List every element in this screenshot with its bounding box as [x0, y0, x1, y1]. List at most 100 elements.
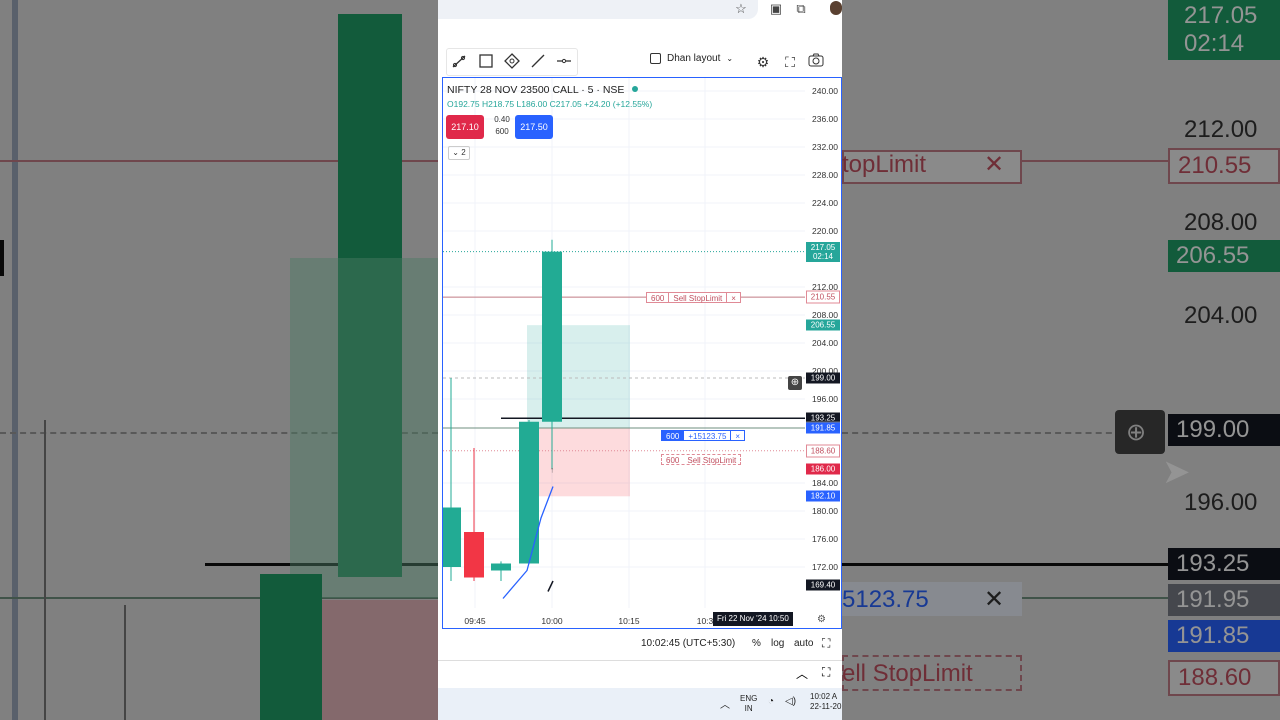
layout-icon — [650, 53, 661, 64]
y-tick: 184.00 — [812, 478, 838, 488]
chevron-up-icon[interactable]: ︿ — [720, 696, 730, 711]
chart-status-bar: 10:02:45 (UTC+5:30) % log auto ⛶ — [438, 632, 842, 656]
price-tag: 169.40 — [806, 579, 840, 591]
order-label: Sell StopLimit — [668, 293, 726, 303]
candle-body — [443, 507, 461, 567]
symbol-title: NIFTY 28 NOV 23500 CALL · 5 · NSE — [447, 84, 625, 96]
price-tag: 199.00 — [806, 372, 840, 384]
ohlc-low: L186.00 — [516, 99, 548, 109]
price-tag: 186.00 — [806, 463, 840, 475]
chevron-down-icon: ⌄ — [726, 54, 734, 63]
horizontal-line-icon[interactable] — [554, 52, 574, 72]
arrow-marker: ↑ — [550, 466, 554, 475]
position-qty: 600 — [662, 431, 684, 441]
y-tick: 208.00 — [812, 310, 838, 320]
position-pnl: +15123.75 — [683, 431, 730, 441]
camera-icon[interactable] — [806, 52, 826, 72]
indicator-count: 2 — [461, 148, 466, 157]
y-tick: 240.00 — [812, 86, 838, 96]
language-indicator[interactable]: ENG IN — [740, 694, 757, 714]
fullscreen-icon[interactable]: ⛶ — [780, 52, 800, 72]
candle-body — [519, 421, 539, 564]
sell-stoplimit-order-2[interactable]: 600 Sell StopLimit — [661, 454, 742, 465]
profile-avatar[interactable] — [830, 1, 842, 15]
y-tick: 224.00 — [812, 198, 838, 208]
buy-button[interactable]: 217.50 — [515, 115, 553, 139]
price-axis[interactable]: 240.00 236.00 232.00 228.00 224.00 220.00 212.… — [805, 78, 841, 628]
taskbar: ︿ ENG IN ◔ ◁) 10:02 A 22-11-20 — [438, 688, 842, 720]
layout-button[interactable]: Dhan layout ⌄ — [650, 53, 733, 64]
candle-body — [464, 532, 484, 578]
candle-body — [491, 563, 511, 571]
address-bar[interactable] — [438, 0, 758, 19]
x-tick: 10:15 — [618, 616, 640, 626]
bottom-panel-bar: ︿ ⛶ — [438, 660, 842, 688]
candle-body — [542, 251, 562, 422]
sell-stoplimit-order-1[interactable]: 600 Sell StopLimit × — [646, 292, 741, 303]
order-label: Sell StopLimit — [687, 456, 737, 465]
backdrop-right: topLimit ✕ 5123.75 ✕ ell StopLimit ⊕ ➤ 2… — [842, 0, 1280, 720]
y-tick: 172.00 — [812, 562, 838, 572]
ohlc-open: O192.75 — [447, 99, 480, 109]
phone-screen: ☆ ▣ ⧉ Dhan layout ⌄ ⚙ ⛶ ↑ NIFTY 28 NOV 2… — [438, 0, 842, 720]
y-tick: 236.00 — [812, 114, 838, 124]
settings-gear-icon[interactable]: ⚙ — [753, 52, 773, 72]
price-tag: 206.55 — [806, 319, 840, 331]
trend-line-icon[interactable] — [450, 52, 470, 72]
y-tick: 220.00 — [812, 226, 838, 236]
auto-toggle[interactable]: auto — [794, 638, 813, 649]
fullscreen-icon[interactable]: ⛶ — [822, 636, 830, 651]
axis-settings-icon[interactable]: ⚙ — [817, 614, 826, 625]
ohlc-close: C217.05 — [549, 99, 582, 109]
layout-label: Dhan layout — [667, 53, 721, 64]
chevron-down-icon: ⌄ — [452, 148, 459, 157]
browser-bar: ☆ ▣ ⧉ — [438, 0, 842, 36]
price-tag: 191.85 — [806, 422, 840, 434]
price-tag: 188.60 — [806, 444, 840, 458]
ray-icon[interactable] — [528, 52, 548, 72]
y-tick: 232.00 — [812, 142, 838, 152]
x-tick: 10:00 — [541, 616, 563, 626]
order-qty: 600 — [666, 456, 680, 465]
order-qty: 600 — [651, 294, 665, 303]
crosshair-date-label: Fri 22 Nov '24 10:50 — [713, 612, 793, 626]
path-icon[interactable] — [502, 52, 522, 72]
order-qty[interactable]: 600 — [491, 126, 513, 138]
maximize-icon[interactable]: ⛶ — [822, 665, 830, 680]
extension-icon[interactable]: ▣ — [768, 1, 784, 17]
wifi-icon[interactable]: ◔ — [768, 696, 774, 707]
chevron-up-icon[interactable]: ︿ — [796, 665, 808, 682]
puzzle-icon[interactable]: ⧉ — [793, 1, 809, 17]
price-tag: 210.55 — [806, 290, 840, 304]
y-tick: 204.00 — [812, 338, 838, 348]
position-line[interactable]: 600 +15123.75 × — [661, 430, 746, 441]
ohlc-legend: O192.75 H218.75 L186.00 C217.05 +24.20 (… — [447, 99, 652, 109]
log-toggle[interactable]: log — [771, 638, 784, 649]
y-tick: 196.00 — [812, 394, 838, 404]
star-icon[interactable]: ☆ — [733, 1, 749, 17]
close-icon[interactable]: × — [730, 431, 744, 441]
price-tag: 182.10 — [806, 490, 840, 502]
rectangle-icon[interactable] — [476, 52, 496, 72]
timezone-clock[interactable]: 10:02:45 (UTC+5:30) — [641, 638, 735, 649]
chart-toolbar: Dhan layout ⌄ ⚙ ⛶ — [438, 48, 842, 76]
price-tag: 217.05 02:14 — [806, 241, 840, 262]
sell-button[interactable]: 217.10 — [446, 115, 484, 139]
ohlc-high: H218.75 — [482, 99, 515, 109]
indicator-collapse-button[interactable]: ⌄ 2 — [448, 146, 470, 160]
y-tick: 176.00 — [812, 534, 838, 544]
close-icon[interactable]: × — [726, 293, 740, 303]
price-chart[interactable]: ↑ NIFTY 28 NOV 23500 CALL · 5 · NSE O192… — [442, 77, 842, 629]
y-tick: 228.00 — [812, 170, 838, 180]
market-status-dot — [632, 86, 638, 92]
spread-value: 0.40 — [494, 115, 510, 124]
loss-zone — [527, 428, 630, 497]
percent-toggle[interactable]: % — [752, 638, 761, 649]
system-clock[interactable]: 10:02 A 22-11-20 — [810, 692, 841, 712]
y-tick: 180.00 — [812, 506, 838, 516]
ohlc-change: +24.20 (+12.55%) — [584, 99, 653, 109]
add-alert-icon[interactable]: ⊕ — [788, 376, 802, 390]
volume-icon[interactable]: ◁) — [785, 696, 796, 707]
spread-qty: 0.40 600 — [491, 114, 513, 138]
chart-pane[interactable]: ↑ NIFTY 28 NOV 23500 CALL · 5 · NSE O192… — [443, 78, 805, 628]
